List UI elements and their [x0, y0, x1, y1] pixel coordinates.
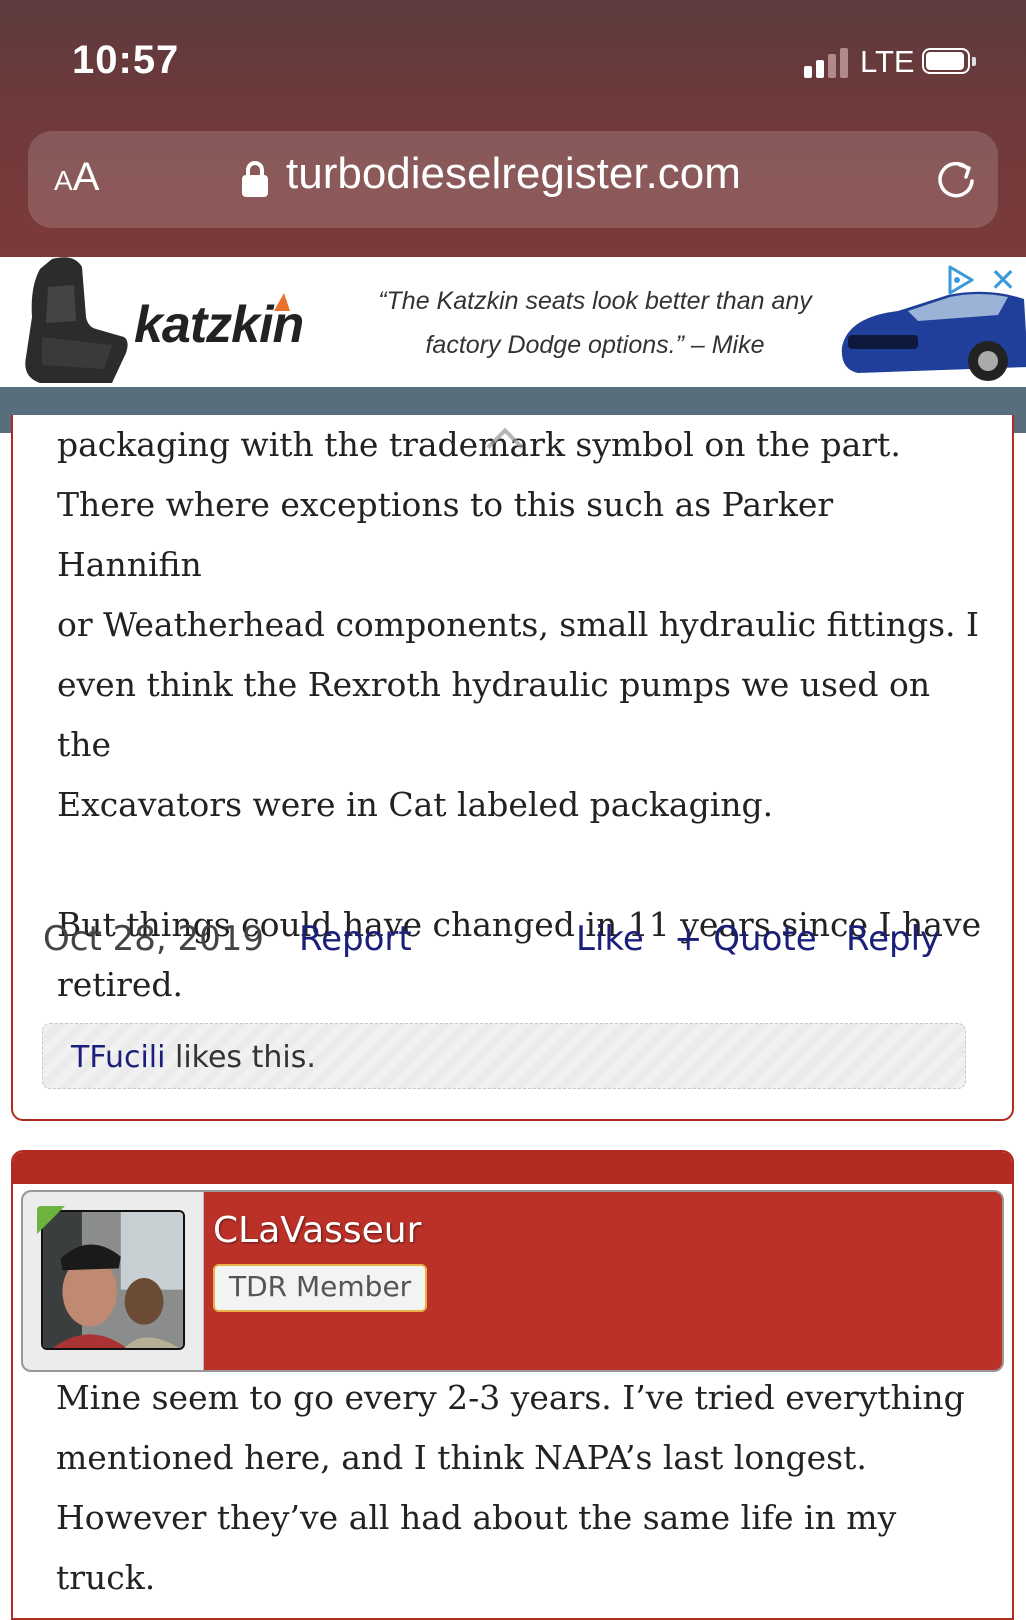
status-time: 10:57	[72, 38, 180, 82]
post-header-bar	[13, 1152, 1012, 1184]
reload-icon[interactable]	[932, 155, 980, 203]
ad-banner[interactable]: katzkin “The Katzkin seats look better t…	[0, 257, 1026, 387]
author-username[interactable]: CLaVasseur	[213, 1210, 421, 1251]
post-author-block: CLaVasseur TDR Member	[21, 1190, 1004, 1372]
quote-link[interactable]: + Quote	[674, 919, 817, 959]
url-domain[interactable]: turbodieselregister.com	[286, 149, 741, 199]
liker-username-link[interactable]: TFucili	[71, 1040, 165, 1075]
logo-accent-mark	[274, 293, 290, 311]
battery-icon	[922, 48, 978, 78]
lock-icon	[242, 161, 268, 197]
post-meta-row: Oct 28, 2019 Report Like + Quote Reply	[43, 919, 983, 971]
post-body: Mine seem to go every 2-3 years. I’ve tr…	[56, 1378, 965, 1597]
likes-summary: TFucili likes this.	[42, 1023, 966, 1089]
browser-chrome: 10:57 LTE AA turbodieselregister.com	[0, 0, 1026, 257]
network-type: LTE	[860, 44, 915, 79]
reply-link[interactable]: Reply	[846, 919, 940, 959]
online-status-icon	[37, 1206, 65, 1234]
cellular-signal-icon	[804, 48, 850, 78]
forum-post: CLaVasseur TDR Member Mine seem to go ev…	[11, 1150, 1014, 1620]
avatar-container	[23, 1192, 204, 1370]
forum-post: packaging with the trademark symbol on t…	[11, 415, 1014, 1121]
close-icon[interactable]: ✕	[986, 263, 1020, 297]
text-size-button[interactable]: AA	[54, 155, 99, 200]
adchoices-icon[interactable]	[942, 263, 978, 297]
report-link[interactable]: Report	[299, 919, 412, 959]
ad-quote: “The Katzkin seats look better than any …	[378, 287, 812, 359]
member-title-badge: TDR Member	[213, 1264, 428, 1312]
car-seat-image	[25, 257, 128, 383]
like-link[interactable]: Like	[576, 919, 644, 959]
address-bar[interactable]: AA turbodieselregister.com	[28, 131, 998, 228]
post-date[interactable]: Oct 28, 2019	[43, 919, 264, 959]
